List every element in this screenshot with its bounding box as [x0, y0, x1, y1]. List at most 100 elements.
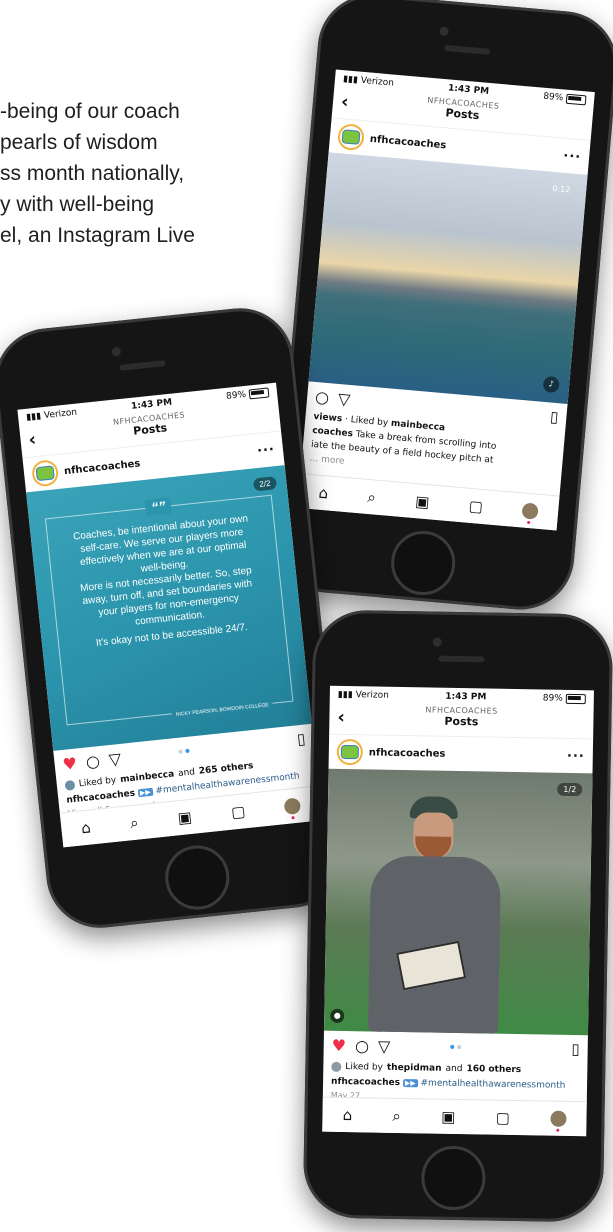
- background-line: y with well-being: [0, 193, 155, 216]
- background-line: el, an Instagram Live: [0, 224, 195, 247]
- search-icon[interactable]: ⌕: [367, 488, 377, 507]
- bookmark-icon[interactable]: ▯: [571, 1040, 580, 1058]
- shop-icon[interactable]: ▢: [468, 497, 484, 516]
- carrier: Verizon: [355, 690, 389, 701]
- home-button[interactable]: [162, 842, 233, 913]
- home-button[interactable]: [388, 528, 458, 598]
- signal-icon: ▮▮▮: [25, 411, 42, 423]
- shop-icon[interactable]: ▢: [496, 1109, 510, 1127]
- avatar[interactable]: [336, 738, 364, 766]
- battery-icon: [565, 93, 587, 106]
- tagged-user-icon[interactable]: ●: [330, 1008, 345, 1024]
- home-button[interactable]: [420, 1145, 486, 1211]
- front-camera: [111, 346, 122, 357]
- carousel-dots: [450, 1044, 462, 1050]
- post-header: nfhcacoaches ···: [328, 733, 594, 774]
- phone-screen: ▮▮▮ Verizon 1:43 PM 89% ‹ NFHCACOACHES Po…: [322, 685, 594, 1137]
- avatar[interactable]: [336, 123, 366, 152]
- heart-icon[interactable]: ♥: [62, 753, 78, 773]
- action-bar: ♥ ○ ▽ ▯: [323, 1031, 587, 1064]
- share-icon[interactable]: ▽: [108, 748, 122, 768]
- home-icon[interactable]: ⌂: [318, 484, 329, 503]
- profile-icon[interactable]: [550, 1110, 567, 1127]
- liker-avatar: [331, 1061, 342, 1072]
- carousel-dots: [178, 748, 190, 754]
- profile-icon[interactable]: [283, 797, 302, 816]
- front-camera: [432, 637, 442, 647]
- front-camera: [439, 26, 449, 37]
- phone-bottom-right: ▮▮▮ Verizon 1:43 PM 89% ‹ NFHCACOACHES Po…: [302, 609, 613, 1223]
- battery-percent: 89%: [225, 389, 247, 402]
- background-line: -being of our coach: [0, 100, 180, 123]
- quote-mark: “”: [144, 497, 173, 516]
- post-username[interactable]: nfhcacoaches: [369, 747, 561, 761]
- background-line: pearls of wisdom: [0, 131, 158, 154]
- liked-by-and: and: [177, 767, 196, 779]
- carrier: Verizon: [360, 75, 395, 89]
- more-options-icon[interactable]: ···: [563, 148, 582, 164]
- comment-icon[interactable]: ○: [355, 1036, 369, 1055]
- earpiece: [438, 655, 485, 663]
- signal-icon: ▮▮▮: [342, 74, 359, 86]
- background-line: ss month nationally,: [0, 162, 185, 185]
- phone-screen: ▮▮▮ Verizon 1:43 PM 89% ‹ NFHCACOACHES Po…: [297, 69, 595, 531]
- phone-top-right: ▮▮▮ Verizon 1:43 PM 89% ‹ NFHCACOACHES Po…: [270, 0, 613, 614]
- liked-by-and: and: [445, 1063, 463, 1075]
- reels-icon[interactable]: ▣: [441, 1108, 455, 1126]
- signal-icon: ▮▮▮: [337, 689, 353, 701]
- home-icon[interactable]: ⌂: [343, 1106, 353, 1124]
- caption-username[interactable]: coaches: [312, 426, 354, 440]
- battery-percent: 89%: [542, 91, 564, 104]
- quote-frame: “” Coaches, be intentional about your ow…: [44, 494, 294, 726]
- share-icon[interactable]: ▽: [378, 1036, 391, 1055]
- next-icon: ▶▶: [402, 1079, 418, 1088]
- carrier: Verizon: [43, 407, 78, 422]
- liked-by-prefix: Liked by: [78, 775, 117, 790]
- quote-image[interactable]: 2/2 “” Coaches, be intentional about you…: [26, 465, 312, 751]
- carousel-counter: 2/2: [252, 476, 278, 492]
- video-timestamp: 0:12: [551, 183, 571, 195]
- battery-icon: [565, 693, 586, 705]
- liker-avatar: [64, 779, 76, 791]
- comment-icon[interactable]: ○: [85, 751, 101, 771]
- next-icon: ▶▶: [137, 787, 154, 798]
- mute-icon[interactable]: ♪: [542, 375, 560, 394]
- more-options-icon[interactable]: ···: [256, 442, 275, 459]
- phone-screen: ▮▮▮ Verizon 1:43 PM 89% ‹ NFHCACOACHES Po…: [17, 382, 322, 848]
- tab-bar: ⌂ ⌕ ▣ ▢: [322, 1096, 587, 1137]
- earpiece: [119, 360, 166, 371]
- profile-icon[interactable]: [521, 502, 539, 520]
- search-icon[interactable]: ⌕: [392, 1107, 401, 1125]
- coach-photo[interactable]: 1/2 ●: [323, 768, 593, 1036]
- more-options-icon[interactable]: ···: [567, 748, 585, 763]
- avatar[interactable]: [30, 458, 60, 488]
- bookmark-icon[interactable]: ▯: [549, 408, 559, 427]
- carousel-counter: 1/2: [557, 782, 583, 797]
- battery-percent: 89%: [542, 693, 563, 704]
- views-count[interactable]: views: [313, 412, 342, 424]
- liked-by-others[interactable]: 160 others: [466, 1064, 521, 1075]
- back-icon[interactable]: ‹: [337, 707, 345, 728]
- liked-by-prefix: Liked by: [345, 1062, 383, 1073]
- heart-icon[interactable]: ♥: [332, 1035, 347, 1054]
- shop-icon[interactable]: ▢: [230, 802, 246, 821]
- reels-icon[interactable]: ▣: [415, 492, 431, 511]
- caption-username[interactable]: nfhcacoaches: [331, 1077, 400, 1088]
- quote-attribution: NICKY PEARSON, BOWDOIN COLLEGE: [171, 701, 273, 719]
- share-icon[interactable]: ▽: [337, 389, 351, 409]
- coach-figure: [367, 795, 522, 1034]
- post-username[interactable]: nfhcacoaches: [369, 133, 557, 160]
- comment-icon[interactable]: ○: [314, 387, 330, 407]
- liked-by-user[interactable]: thepidman: [387, 1063, 442, 1074]
- clock: 1:43 PM: [445, 691, 487, 703]
- reels-icon[interactable]: ▣: [177, 808, 193, 827]
- bookmark-icon[interactable]: ▯: [296, 730, 306, 749]
- clock: 1:43 PM: [447, 83, 490, 97]
- search-icon[interactable]: ⌕: [129, 813, 139, 832]
- clock: 1:43 PM: [130, 397, 173, 412]
- post-video[interactable]: 0:12 ♪: [308, 152, 588, 404]
- hashtag-link[interactable]: #mentalhealthawarenessmonth: [420, 1078, 565, 1091]
- more-link[interactable]: ... more: [309, 454, 345, 467]
- background-copy: -being of our coach pearls of wisdom ss …: [0, 96, 260, 251]
- home-icon[interactable]: ⌂: [80, 818, 91, 837]
